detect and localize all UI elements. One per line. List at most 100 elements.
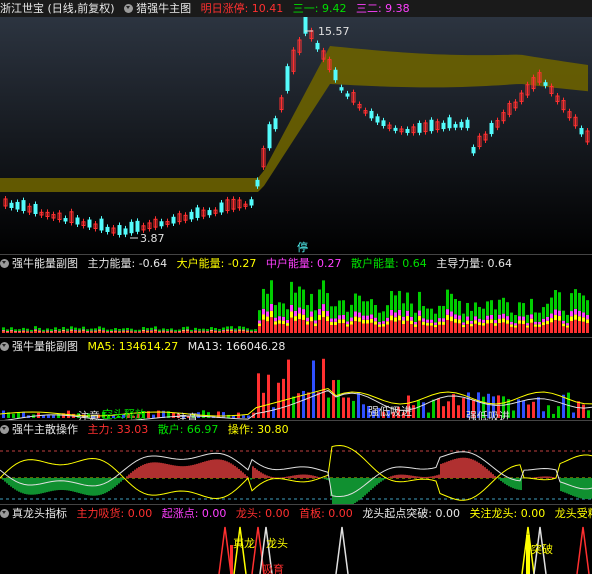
energy-bar-red <box>570 321 573 333</box>
dropdown-icon[interactable] <box>0 509 9 518</box>
energy-bar-yellow <box>182 330 185 332</box>
retail-energy-label: 散户能量: 0.64 <box>351 257 427 270</box>
energy-bar-red <box>330 324 333 333</box>
energy-bar-yellow <box>222 330 225 332</box>
energy-bar-green <box>562 310 565 321</box>
energy-bar-green <box>170 328 173 331</box>
oscillator-area <box>200 462 202 478</box>
energy-bar-yellow <box>230 330 233 331</box>
oscillator-area <box>488 470 490 478</box>
stock-title[interactable]: 浙江世宝 (日线,前复权) <box>0 2 115 15</box>
ops-subchart-selector[interactable]: 强牛主散操作 <box>0 423 78 436</box>
oscillator-area <box>470 458 472 478</box>
energy-bar-green <box>106 329 109 332</box>
main-chart-panel[interactable]: 浙江世宝 (日线,前复权) 猎强牛主图 明日涨停: 10.41 三一: 9.42… <box>0 0 592 254</box>
energy-bar-magenta <box>462 322 465 325</box>
energy-bar-green <box>230 326 233 330</box>
oscillator-area <box>24 478 26 494</box>
volume-bar <box>527 404 530 418</box>
energy-bar-green <box>406 292 409 311</box>
oscillator-area <box>484 467 486 478</box>
energy-bar-red <box>346 326 349 333</box>
energy-bar-green <box>82 326 85 330</box>
energy-bar-magenta <box>146 330 149 331</box>
energy-bar-red <box>150 331 153 333</box>
energy-bar-yellow <box>494 323 497 326</box>
candle-body <box>405 128 410 133</box>
energy-bar-red <box>178 331 181 333</box>
energy-bar-yellow <box>278 320 281 324</box>
oscillator-area <box>434 475 436 478</box>
oscillator-area <box>310 475 312 478</box>
energy-bar-red <box>194 331 197 333</box>
oscillator-area <box>8 478 10 486</box>
energy-bar-yellow <box>430 322 433 326</box>
oscillator-area <box>62 478 64 491</box>
oscillator-area <box>222 460 224 478</box>
energy-bar-green <box>90 328 93 331</box>
oscillator-area <box>430 476 432 478</box>
energy-subchart-panel[interactable]: 强牛能量副图 主力能量: -0.64 大户能量: -0.27 中户能量: 0.2… <box>0 255 592 337</box>
dropdown-icon[interactable] <box>0 259 9 268</box>
oscillator-area <box>76 478 78 493</box>
energy-bar-magenta <box>374 317 377 322</box>
dragon-subchart-selector[interactable]: 真龙头指标 <box>0 507 67 520</box>
dragon-subchart-panel[interactable]: 真龙头指标 主力吸货: 0.00 起涨点: 0.00 龙头: 0.00 首板: … <box>0 505 592 574</box>
oscillator-area <box>460 457 462 478</box>
energy-bar-yellow <box>162 331 165 332</box>
energy-bar-yellow <box>434 324 437 328</box>
oscillator-area <box>126 476 128 478</box>
oscillator-area <box>40 478 42 494</box>
oscillator-area <box>20 478 22 493</box>
energy-bar-yellow <box>74 330 77 332</box>
energy-bar-green <box>226 326 229 330</box>
energy-bar-yellow <box>350 321 353 325</box>
energy-bar-red <box>14 331 17 333</box>
oscillator-area <box>274 477 276 478</box>
dropdown-icon[interactable] <box>124 4 134 13</box>
oscillator-area <box>154 462 156 478</box>
energy-bar-magenta <box>206 330 209 332</box>
energy-bar-red <box>58 331 61 333</box>
energy-bar-red <box>250 331 253 333</box>
energy-subchart-selector[interactable]: 强牛能量副图 <box>0 257 78 270</box>
volume-bar <box>532 401 535 418</box>
energy-bar-green <box>582 295 585 313</box>
energy-bar-magenta <box>270 303 273 311</box>
signal-label: 突破 <box>531 543 553 556</box>
energy-bar-red <box>538 326 541 333</box>
energy-bar-yellow <box>478 322 481 326</box>
oscillator-area <box>132 471 134 478</box>
quantity-subchart-panel[interactable]: 强牛量能副图 MA5: 134614.27 MA13: 166046.28 注意… <box>0 338 592 420</box>
energy-bar-green <box>358 295 361 313</box>
energy-bar-magenta <box>406 310 409 317</box>
energy-bar-green <box>166 329 169 331</box>
quantity-subchart-selector[interactable]: 强牛量能副图 <box>0 340 78 353</box>
oscillator-area <box>84 478 86 495</box>
energy-bar-green <box>274 305 277 318</box>
dropdown-icon[interactable] <box>0 342 9 351</box>
energy-bar-magenta <box>458 315 461 320</box>
ops-subchart-panel[interactable]: 强牛主散操作 主力: 33.03 散户: 66.97 操作: 30.80 <box>0 421 592 504</box>
energy-bar-magenta <box>538 321 541 325</box>
energy-bar-green <box>462 313 465 323</box>
energy-bar-green <box>210 327 213 330</box>
energy-bar-magenta <box>26 330 29 332</box>
dropdown-icon[interactable] <box>0 425 9 434</box>
oscillator-area <box>22 478 24 494</box>
energy-bar-magenta <box>342 314 345 320</box>
oscillator-area <box>236 467 238 478</box>
indicator-selector[interactable]: 猎强牛主图 <box>124 2 191 15</box>
energy-bar-magenta <box>354 311 357 317</box>
energy-bar-red <box>42 332 45 333</box>
energy-bar-red <box>210 331 213 333</box>
energy-bar-yellow <box>70 330 73 332</box>
mid-energy-label: 中户能量: 0.27 <box>265 257 342 270</box>
candle-body <box>105 226 110 233</box>
energy-bar-red <box>122 331 125 333</box>
oscillator-area <box>548 476 550 478</box>
energy-bar-green <box>442 305 445 319</box>
oscillator-area <box>414 476 416 478</box>
oscillator-area <box>196 463 198 478</box>
energy-bar-magenta <box>446 309 449 315</box>
